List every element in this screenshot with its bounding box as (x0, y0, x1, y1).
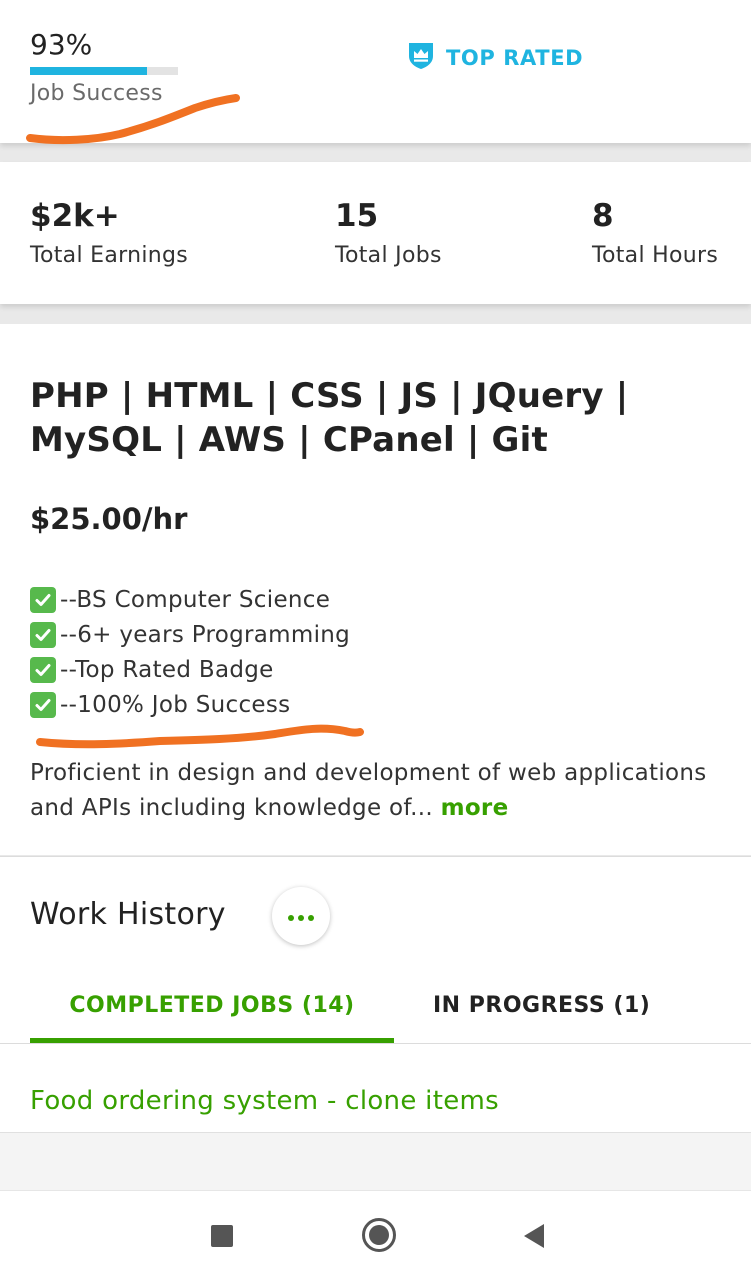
crown-shield-icon (408, 42, 434, 74)
stat-earnings-value: $2k+ (30, 198, 120, 234)
check-mark-icon (30, 656, 56, 683)
circle-icon[interactable] (361, 1217, 397, 1257)
bullet-text: --Top Rated Badge (60, 656, 274, 683)
square-icon[interactable] (210, 1224, 234, 1252)
stat-hours-value: 8 (592, 198, 614, 234)
tab-in-progress-label: IN PROGRESS (1) (433, 993, 651, 1018)
triangle-back-icon[interactable] (522, 1223, 546, 1253)
headline-line-2: MySQL | AWS | CPanel | Git (30, 420, 548, 460)
check-mark-icon (30, 586, 56, 613)
list-item: --100% Job Success (30, 687, 350, 722)
check-mark-icon (30, 621, 56, 648)
profile-headline: PHP | HTML | CSS | JS | JQuery | MySQL |… (30, 374, 720, 462)
bottom-gray-strip (0, 1132, 751, 1190)
job-success-bar-fill (30, 67, 147, 75)
check-mark-icon (30, 691, 56, 718)
job-success-bar (30, 67, 178, 75)
highlight-list: --BS Computer Science --6+ years Program… (30, 582, 350, 722)
tab-completed-jobs[interactable]: COMPLETED JOBS (14) (30, 993, 394, 1018)
stat-jobs-value: 15 (335, 198, 379, 234)
profile-description: Proficient in design and development of … (30, 756, 730, 826)
list-item: --BS Computer Science (30, 582, 350, 617)
stat-jobs-label: Total Jobs (335, 243, 442, 268)
stat-hours-label: Total Hours (592, 243, 719, 268)
job-title-link[interactable]: Food ordering system - clone items (30, 1086, 499, 1116)
profile-overview-card: PHP | HTML | CSS | JS | JQuery | MySQL |… (0, 324, 751, 855)
job-success-card: 93% Job Success TOP RATED (0, 0, 751, 143)
list-item: --6+ years Programming (30, 617, 350, 652)
job-success-label: Job Success (30, 81, 163, 106)
system-nav-bar (0, 1190, 751, 1280)
work-history-section: Work History COMPLETED JOBS (14) IN PROG… (0, 856, 751, 1132)
tab-completed-label: COMPLETED JOBS (14) (69, 993, 355, 1018)
stats-card: $2k+ 15 8 Total Earnings Total Jobs Tota… (0, 162, 751, 304)
tab-divider (0, 1043, 751, 1044)
top-rated-label: TOP RATED (446, 46, 584, 70)
bullet-text: --BS Computer Science (60, 586, 331, 613)
tab-in-progress[interactable]: IN PROGRESS (1) (433, 993, 650, 1018)
stat-earnings-label: Total Earnings (30, 243, 189, 268)
bullet-text: --100% Job Success (60, 691, 291, 718)
more-link[interactable]: more (441, 795, 509, 821)
hourly-rate: $25.00/hr (30, 502, 188, 536)
description-text: Proficient in design and development of … (30, 760, 707, 821)
bullet-text: --6+ years Programming (60, 621, 351, 648)
top-rated-badge: TOP RATED (408, 42, 584, 74)
work-history-title: Work History (30, 897, 226, 932)
headline-line-1: PHP | HTML | CSS | JS | JQuery | (30, 376, 629, 416)
job-success-percent: 93% (30, 28, 93, 61)
work-history-menu-button[interactable] (272, 887, 330, 945)
list-item: --Top Rated Badge (30, 652, 350, 687)
more-horizontal-icon (287, 907, 315, 926)
